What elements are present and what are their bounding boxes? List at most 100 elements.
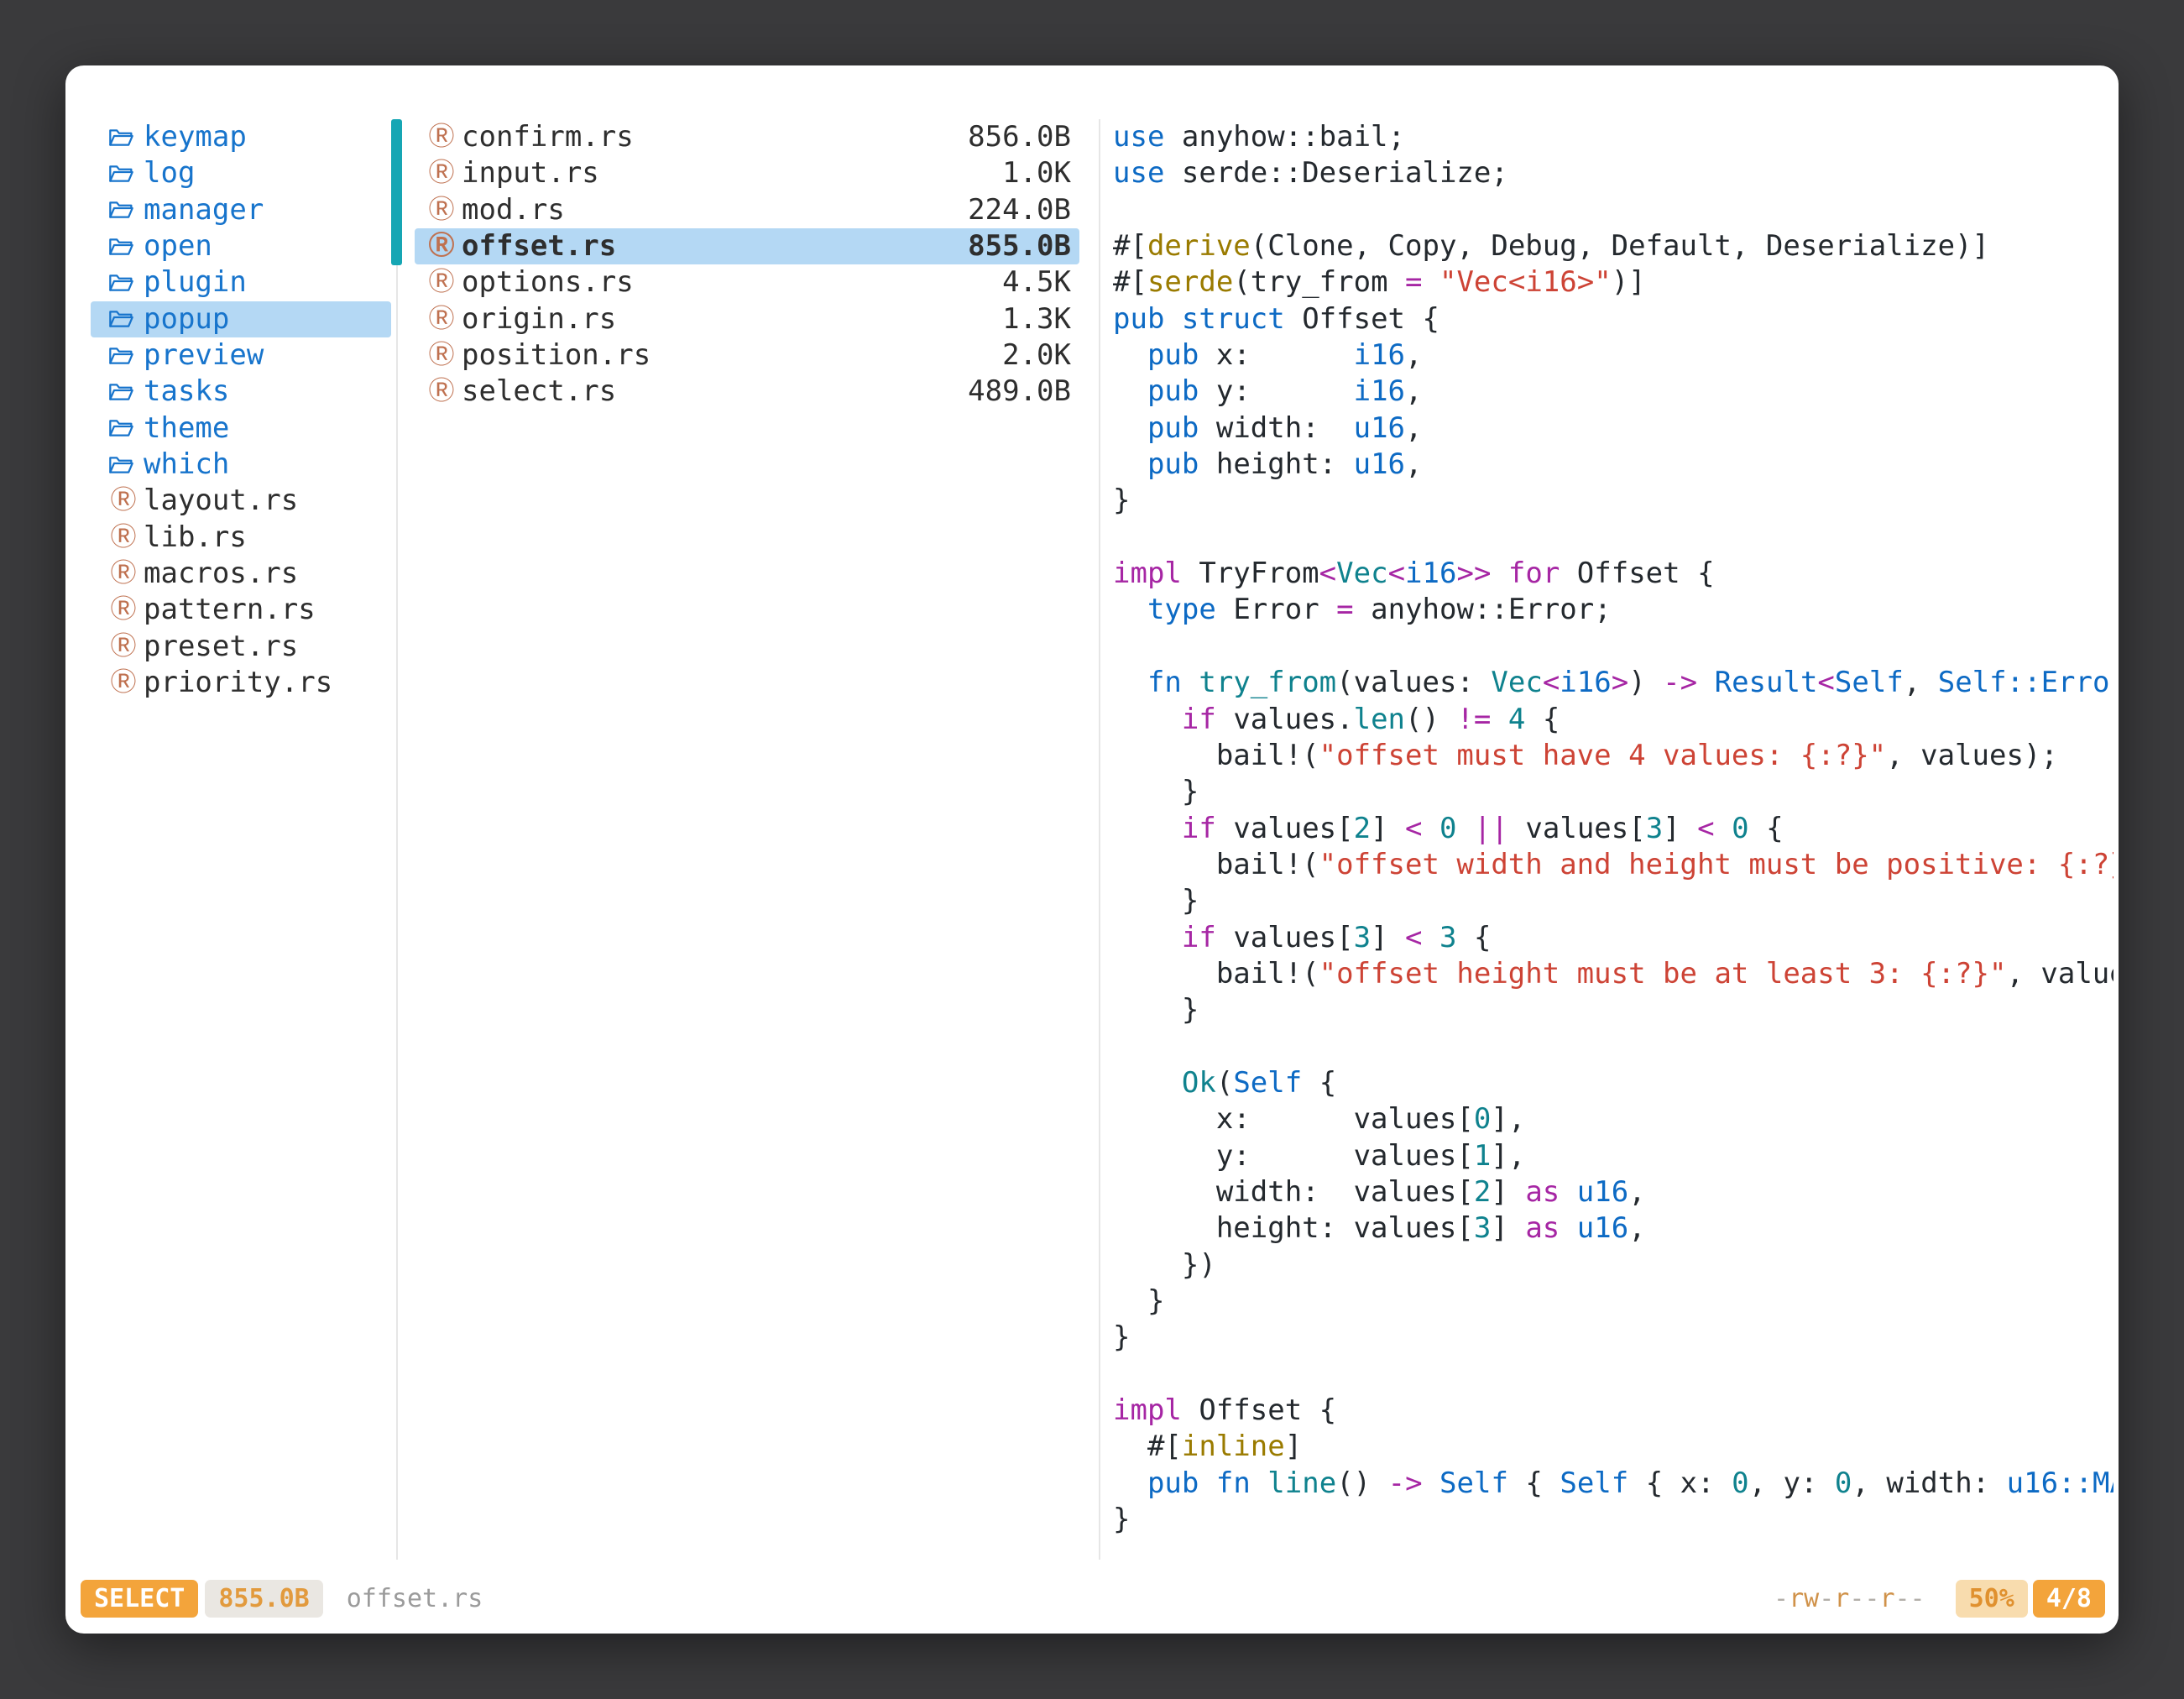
- file-item-preset-rs[interactable]: Ⓡpreset.rs: [91, 629, 391, 665]
- code-line: [1113, 629, 2113, 665]
- code-line: if values[3] < 3 {: [1113, 920, 2113, 956]
- code-line: if values[2] < 0 || values[3] < 0 {: [1113, 811, 2113, 847]
- file-item-input-rs[interactable]: Ⓡinput.rs1.0K: [415, 155, 1079, 191]
- file-item-origin-rs[interactable]: Ⓡorigin.rs 1.3K: [415, 301, 1079, 337]
- item-size: 2.0K: [1002, 337, 1071, 374]
- file-item-pattern-rs[interactable]: Ⓡpattern.rs: [91, 592, 391, 628]
- code-line: Ok(Self {: [1113, 1065, 2113, 1101]
- item-label: pattern.rs: [144, 592, 316, 628]
- code-line: x: values[0],: [1113, 1101, 2113, 1137]
- dir-item-manager[interactable]: manager: [91, 192, 391, 228]
- file-size-badge: 855.0B: [205, 1580, 322, 1618]
- code-line: [1113, 1029, 2113, 1065]
- file-preview-pane: use anyhow::bail;use serde::Deserialize;…: [1113, 119, 2113, 1538]
- item-size: 1.3K: [1002, 301, 1071, 337]
- item-size: 489.0B: [968, 374, 1071, 410]
- code-line: pub width: u16,: [1113, 410, 2113, 447]
- code-line: }: [1113, 1502, 2113, 1538]
- code-line: width: values[2] as u16,: [1113, 1174, 2113, 1210]
- code-line: use serde::Deserialize;: [1113, 155, 2113, 191]
- code-line: }: [1113, 774, 2113, 810]
- dir-item-plugin[interactable]: plugin: [91, 264, 391, 301]
- code-line: [1113, 1357, 2113, 1393]
- code-line: bail!("offset width and height must be p…: [1113, 847, 2113, 883]
- rust-file-icon: Ⓡ: [109, 629, 138, 665]
- code-line: type Error = anyhow::Error;: [1113, 592, 2113, 628]
- dir-item-preview[interactable]: preview: [91, 337, 391, 374]
- code-line: #[derive(Clone, Copy, Debug, Default, De…: [1113, 228, 2113, 264]
- rust-file-icon: Ⓡ: [427, 374, 456, 410]
- item-label: open: [144, 228, 212, 264]
- current-directory-list: Ⓡconfirm.rs856.0BⓇinput.rs1.0KⓇmod.rs224…: [415, 119, 1079, 410]
- cursor-position-badge: 4/8: [2033, 1580, 2105, 1618]
- code-line: pub struct Offset {: [1113, 301, 2113, 337]
- code-line: }: [1113, 1283, 2113, 1320]
- middle-pane-scrollbar[interactable]: [391, 119, 402, 265]
- code-line: bail!("offset must have 4 values: {:?}",…: [1113, 738, 2113, 774]
- item-size: 4.5K: [1002, 264, 1071, 301]
- code-preview: use anyhow::bail;use serde::Deserialize;…: [1113, 119, 2113, 1538]
- item-label: popup: [144, 301, 229, 337]
- item-label: preview: [144, 337, 264, 374]
- item-label: keymap: [144, 119, 247, 155]
- code-line: [1113, 520, 2113, 556]
- file-item-layout-rs[interactable]: Ⓡlayout.rs: [91, 483, 391, 519]
- item-label: layout.rs: [144, 483, 298, 519]
- code-line: pub fn line() -> Self { Self { x: 0, y: …: [1113, 1466, 2113, 1502]
- folder-icon: [109, 346, 138, 366]
- code-line: }: [1113, 883, 2113, 919]
- rust-file-icon: Ⓡ: [427, 264, 456, 301]
- code-line: }): [1113, 1247, 2113, 1283]
- folder-icon: [109, 237, 138, 257]
- dir-item-which[interactable]: which: [91, 447, 391, 483]
- dir-item-keymap[interactable]: keymap: [91, 119, 391, 155]
- folder-icon: [109, 164, 138, 184]
- rust-file-icon: Ⓡ: [109, 665, 138, 701]
- folder-icon: [109, 455, 138, 475]
- file-item-macros-rs[interactable]: Ⓡmacros.rs: [91, 556, 391, 592]
- file-item-position-rs[interactable]: Ⓡposition.rs2.0K: [415, 337, 1079, 374]
- item-label: options.rs: [462, 264, 634, 301]
- item-label: plugin: [144, 264, 247, 301]
- file-item-select-rs[interactable]: Ⓡselect.rs 489.0B: [415, 374, 1079, 410]
- rust-file-icon: Ⓡ: [109, 520, 138, 556]
- pane-separator-left: [396, 119, 398, 1560]
- item-label: manager: [144, 192, 264, 228]
- code-line: }: [1113, 483, 2113, 519]
- file-item-confirm-rs[interactable]: Ⓡconfirm.rs856.0B: [415, 119, 1079, 155]
- code-line: height: values[3] as u16,: [1113, 1210, 2113, 1247]
- item-label: select.rs: [462, 374, 616, 410]
- file-item-priority-rs[interactable]: Ⓡpriority.rs: [91, 665, 391, 701]
- file-item-options-rs[interactable]: Ⓡoptions.rs 4.5K: [415, 264, 1079, 301]
- dir-item-theme[interactable]: theme: [91, 410, 391, 447]
- item-label: lib.rs: [144, 520, 247, 556]
- item-label: which: [144, 447, 229, 483]
- folder-icon: [109, 309, 138, 329]
- code-line: [1113, 192, 2113, 228]
- dir-item-log[interactable]: log: [91, 155, 391, 191]
- item-label: origin.rs: [462, 301, 616, 337]
- item-label: tasks: [144, 374, 229, 410]
- code-line: #[inline]: [1113, 1429, 2113, 1465]
- folder-icon: [109, 128, 138, 148]
- rust-file-icon: Ⓡ: [427, 301, 456, 337]
- file-item-lib-rs[interactable]: Ⓡlib.rs: [91, 520, 391, 556]
- rust-file-icon: Ⓡ: [427, 337, 456, 374]
- code-line: if values.len() != 4 {: [1113, 702, 2113, 738]
- file-item-mod-rs[interactable]: Ⓡmod.rs224.0B: [415, 192, 1079, 228]
- dir-item-popup[interactable]: popup: [91, 301, 391, 337]
- mode-badge: SELECT: [81, 1580, 198, 1618]
- dir-item-tasks[interactable]: tasks: [91, 374, 391, 410]
- status-filename: offset.rs: [347, 1584, 483, 1613]
- file-item-offset-rs[interactable]: Ⓡoffset.rs855.0B: [415, 228, 1079, 264]
- code-line: fn try_from(values: Vec<i16>) -> Result<…: [1113, 665, 2113, 701]
- code-line: y: values[1],: [1113, 1138, 2113, 1174]
- item-size: 856.0B: [968, 119, 1071, 155]
- item-label: priority.rs: [144, 665, 332, 701]
- item-label: offset.rs: [462, 228, 616, 264]
- folder-icon: [109, 418, 138, 438]
- current-directory-pane: Ⓡconfirm.rs856.0BⓇinput.rs1.0KⓇmod.rs224…: [415, 119, 1079, 410]
- code-line: pub height: u16,: [1113, 447, 2113, 483]
- status-right-group: -rw-r--r-- 50% 4/8: [1774, 1580, 2105, 1618]
- dir-item-open[interactable]: open: [91, 228, 391, 264]
